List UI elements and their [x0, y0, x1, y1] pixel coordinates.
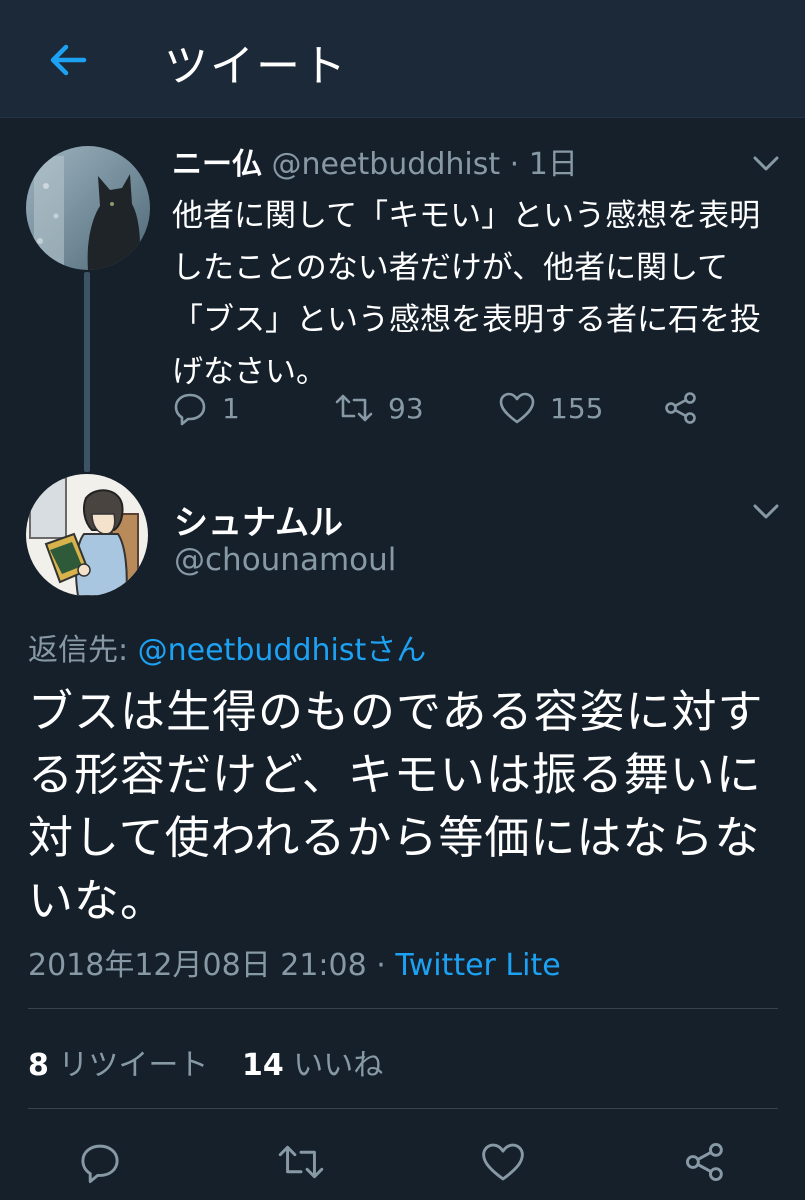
avatar-chounamoul[interactable] — [26, 474, 148, 596]
replying-to: 返信先: @neetbuddhistさん — [28, 625, 426, 669]
retweet-icon — [335, 394, 373, 422]
client-link[interactable]: Twitter Lite — [395, 948, 560, 983]
retweet-count-total[interactable]: 8 — [28, 1048, 49, 1083]
tweet-action-bar — [0, 1140, 805, 1190]
cat-avatar-image — [26, 146, 150, 270]
reply-author-handle[interactable]: @chounamoul — [174, 542, 396, 578]
thread-connector-line — [84, 272, 90, 472]
tweet-meta: 2018年12月08日 21:08 · Twitter Lite — [28, 940, 561, 984]
chevron-down-icon[interactable] — [750, 500, 782, 524]
separator-dot: · — [509, 147, 520, 182]
separator-dot: · — [376, 948, 386, 983]
reply-count: 1 — [222, 391, 240, 425]
reply-action[interactable]: 1 — [172, 386, 240, 430]
heart-icon[interactable] — [480, 1140, 526, 1184]
parent-tweet-header: ニー仏 @neetbuddhist · 1日 — [172, 145, 578, 185]
heart-icon — [499, 392, 535, 424]
like-count-total[interactable]: 14 — [242, 1048, 284, 1083]
engagement-stats: 8 リツイート 14 いいね — [28, 1040, 383, 1084]
retweet-count: 93 — [388, 391, 424, 425]
share-icon — [665, 392, 696, 424]
parent-tweet-time[interactable]: 1日 — [529, 147, 578, 182]
page-title: ツイート — [164, 41, 348, 92]
share-action[interactable] — [662, 386, 700, 430]
divider — [28, 1108, 778, 1109]
reply-author-name[interactable]: シュナムル — [174, 495, 343, 544]
like-label[interactable]: いいね — [293, 1048, 383, 1083]
retweet-label[interactable]: リツイート — [58, 1048, 208, 1083]
replying-to-handle-link[interactable]: @neetbuddhistさん — [138, 633, 427, 668]
parent-author-name[interactable]: ニー仏 — [172, 147, 262, 182]
reply-tweet-text: ブスは生得のものである容姿に対する形容だけど、キモいは振る舞いに対して使われるか… — [28, 685, 764, 927]
reader-avatar-image — [26, 474, 148, 596]
parent-tweet-text: 他者に関して「キモい」という感想を表明したことのない者だけが、他者に関して「ブス… — [172, 198, 761, 390]
chevron-down-icon[interactable] — [750, 152, 782, 176]
like-action[interactable]: 155 — [498, 386, 603, 430]
retweet-action[interactable]: 93 — [334, 386, 424, 430]
reply-icon — [174, 393, 206, 426]
tweet-detail-screen: ツイート ニー仏 @neetbuddhist · 1日 他者に関して「キモい」と… — [0, 0, 805, 1200]
tweet-timestamp: 2018年12月08日 21:08 — [28, 948, 367, 983]
divider — [28, 1008, 778, 1009]
share-icon[interactable] — [682, 1140, 728, 1184]
like-count: 155 — [550, 391, 604, 425]
parent-author-handle[interactable]: @neetbuddhist — [272, 147, 501, 182]
replying-to-label: 返信先: — [28, 633, 129, 668]
back-arrow-icon[interactable] — [44, 36, 92, 84]
reply-icon[interactable] — [78, 1140, 122, 1184]
retweet-icon[interactable] — [276, 1140, 326, 1184]
app-header: ツイート — [0, 0, 805, 118]
avatar-neetbuddhist[interactable] — [26, 146, 150, 270]
